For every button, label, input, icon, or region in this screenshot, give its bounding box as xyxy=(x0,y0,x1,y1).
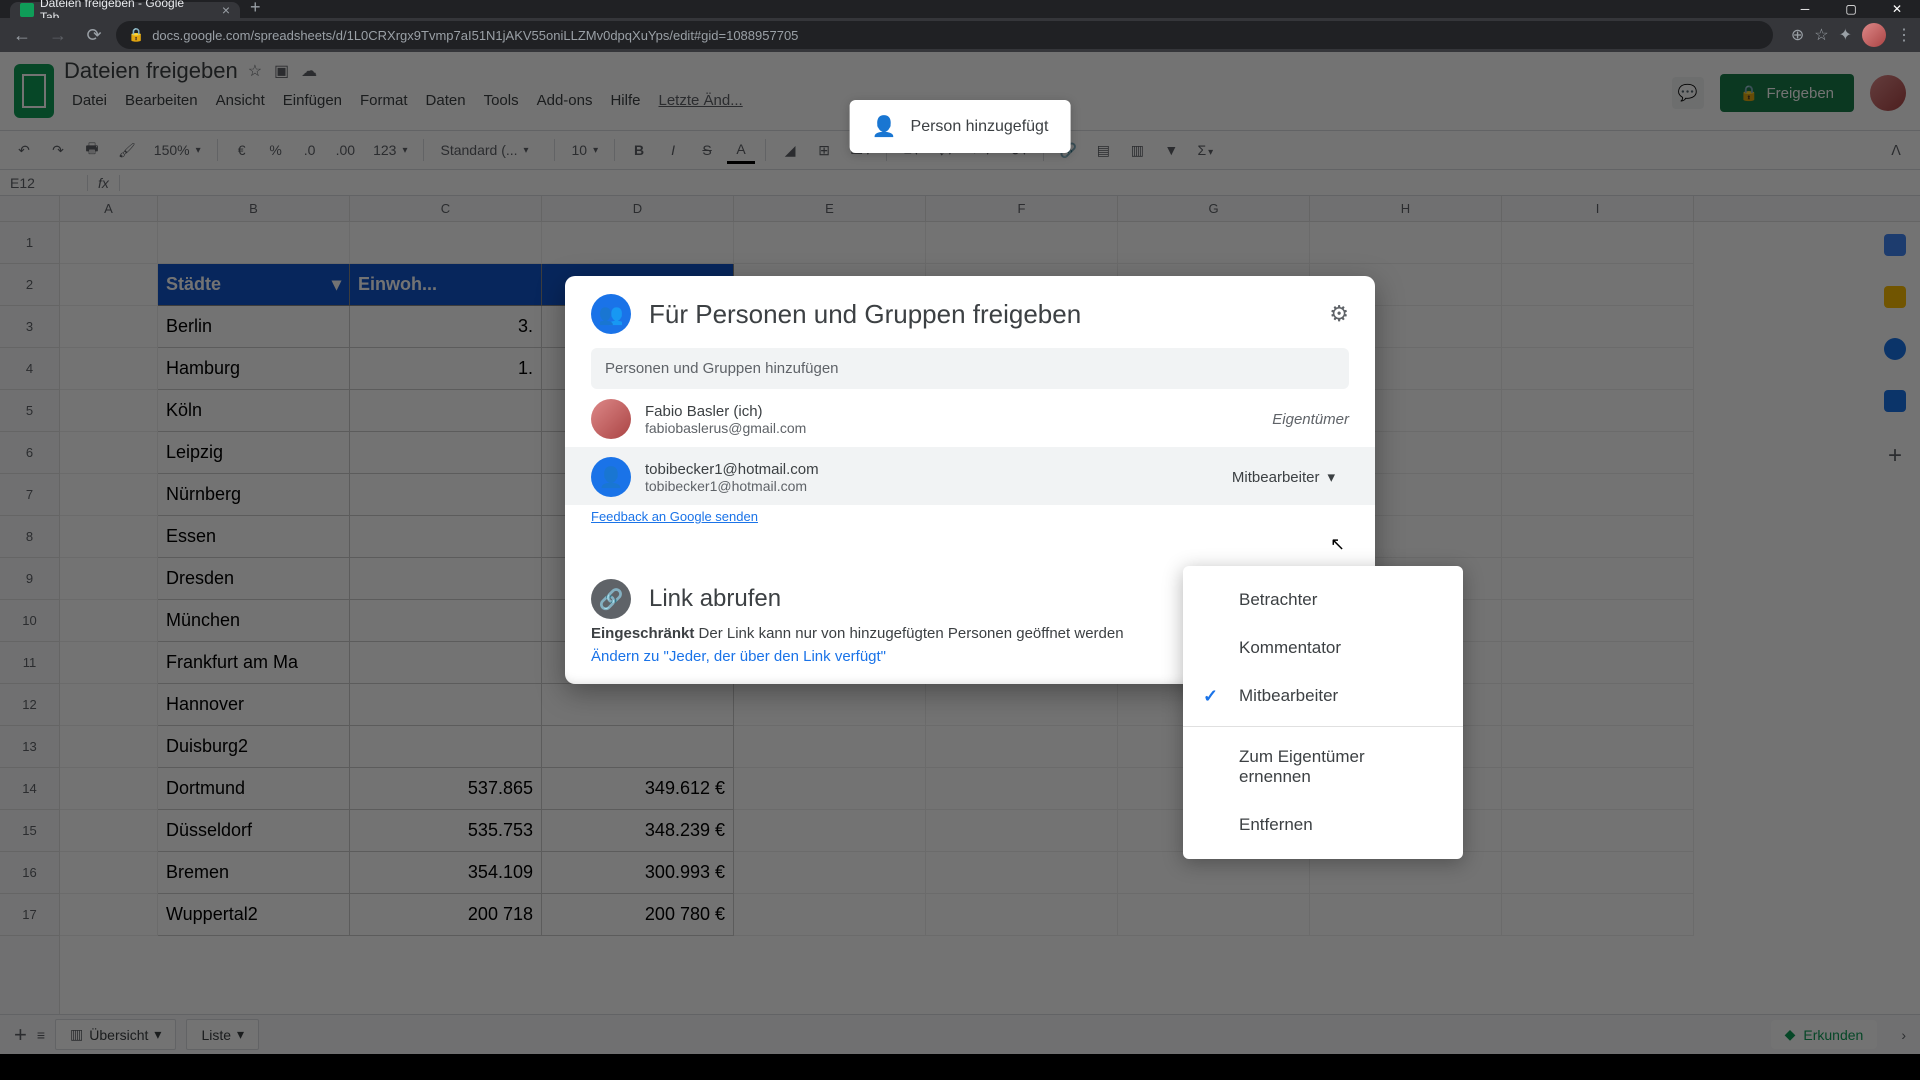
profile-avatar[interactable] xyxy=(1862,23,1886,47)
close-tab-icon[interactable]: × xyxy=(222,2,230,18)
back-button[interactable]: ← xyxy=(8,21,36,49)
bookmark-icon[interactable]: ☆ xyxy=(1814,25,1828,45)
role-option-viewer[interactable]: Betrachter xyxy=(1183,576,1463,624)
chrome-menu-icon[interactable]: ⋮ xyxy=(1896,25,1912,45)
feedback-link[interactable]: Feedback an Google senden xyxy=(591,509,758,524)
person-email: tobibecker1@hotmail.com xyxy=(645,478,1204,494)
avatar: 👤 xyxy=(591,457,631,497)
role-option-make-owner[interactable]: Zum Eigentümer ernennen xyxy=(1183,733,1463,801)
address-bar[interactable]: 🔒 docs.google.com/spreadsheets/d/1L0CRXr… xyxy=(116,21,1773,49)
toast-text: Person hinzugefügt xyxy=(911,118,1049,136)
close-window-button[interactable]: ✕ xyxy=(1874,0,1920,18)
lock-icon: 🔒 xyxy=(128,27,144,43)
get-link-title: Link abrufen xyxy=(649,585,781,613)
role-option-commenter[interactable]: Kommentator xyxy=(1183,624,1463,672)
role-option-editor[interactable]: Mitbearbeiter xyxy=(1183,672,1463,720)
role-option-remove[interactable]: Entfernen xyxy=(1183,801,1463,849)
role-menu: Betrachter Kommentator Mitbearbeiter Zum… xyxy=(1183,566,1463,859)
extensions-icon[interactable]: ✦ xyxy=(1839,25,1852,45)
sheets-favicon xyxy=(20,3,34,17)
person-row-editor: 👤 tobibecker1@hotmail.com tobibecker1@ho… xyxy=(565,447,1375,505)
add-people-input[interactable]: Personen und Gruppen hinzufügen xyxy=(591,348,1349,389)
chevron-down-icon: ▾ xyxy=(1327,468,1335,486)
browser-chrome: Dateien freigeben - Google Tab... × + ─ … xyxy=(0,0,1920,52)
role-dropdown-button[interactable]: Mitbearbeiter ▾ xyxy=(1218,460,1349,494)
zoom-icon[interactable]: ⊕ xyxy=(1791,25,1804,45)
new-tab-button[interactable]: + xyxy=(250,0,261,18)
add-people-placeholder: Personen und Gruppen hinzufügen xyxy=(605,360,839,377)
change-link-access[interactable]: Ändern zu "Jeder, der über den Link verf… xyxy=(591,648,886,665)
reload-button[interactable]: ⟳ xyxy=(80,21,108,49)
restricted-label: Eingeschränkt xyxy=(591,625,694,642)
person-name: Fabio Basler (ich) xyxy=(645,403,1258,420)
link-icon: 🔗 xyxy=(591,579,631,619)
person-row-owner: Fabio Basler (ich) fabiobaslerus@gmail.c… xyxy=(591,389,1349,447)
settings-gear-icon[interactable]: ⚙ xyxy=(1329,301,1349,327)
person-email: fabiobaslerus@gmail.com xyxy=(645,420,1258,436)
toast-notification: 👤 Person hinzugefügt xyxy=(850,100,1071,153)
url-text: docs.google.com/spreadsheets/d/1L0CRXrgx… xyxy=(152,28,798,43)
maximize-button[interactable]: ▢ xyxy=(1828,0,1874,18)
people-icon: 👥 xyxy=(591,294,631,334)
avatar xyxy=(591,399,631,439)
role-label: Mitbearbeiter xyxy=(1232,469,1320,486)
person-add-icon: 👤 xyxy=(872,114,897,139)
share-dialog-title: Für Personen und Gruppen freigeben xyxy=(649,299,1311,330)
person-name: tobibecker1@hotmail.com xyxy=(645,461,1204,478)
person-role-owner: Eigentümer xyxy=(1272,411,1349,428)
browser-tab[interactable]: Dateien freigeben - Google Tab... × xyxy=(10,2,240,18)
minimize-button[interactable]: ─ xyxy=(1782,0,1828,18)
forward-button[interactable]: → xyxy=(44,21,72,49)
